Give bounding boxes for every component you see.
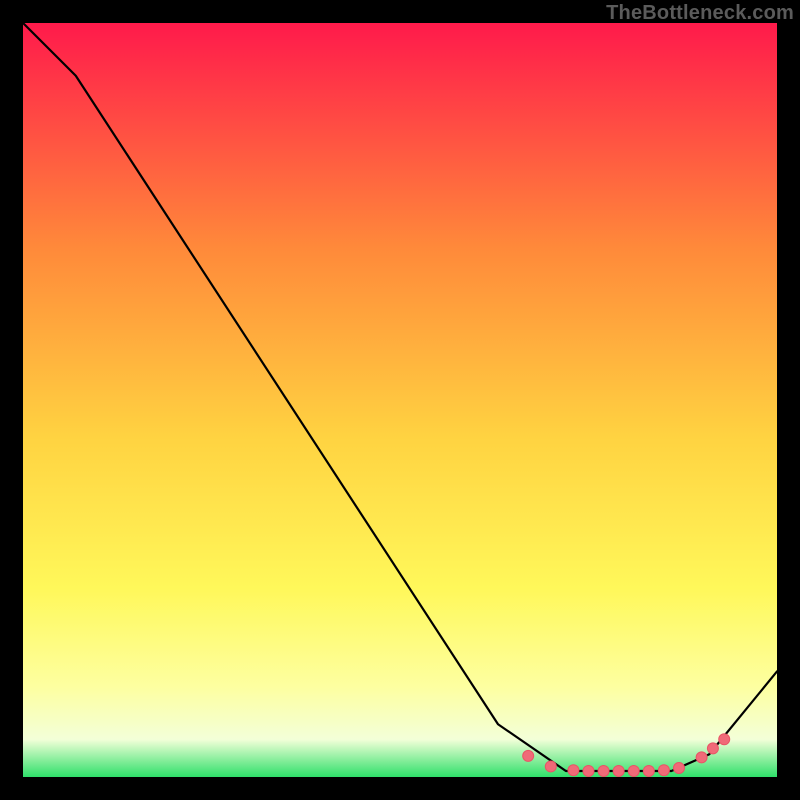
curve-marker bbox=[598, 765, 609, 776]
gradient-background bbox=[23, 23, 777, 777]
curve-marker bbox=[696, 752, 707, 763]
watermark-text: TheBottleneck.com bbox=[606, 2, 794, 25]
curve-marker bbox=[673, 762, 684, 773]
curve-marker bbox=[583, 765, 594, 776]
curve-marker bbox=[545, 761, 556, 772]
plot-area bbox=[23, 23, 777, 777]
curve-marker bbox=[658, 765, 669, 776]
curve-marker bbox=[707, 743, 718, 754]
curve-marker bbox=[523, 750, 534, 761]
curve-marker bbox=[568, 765, 579, 776]
chart-frame: TheBottleneck.com bbox=[0, 0, 800, 800]
curve-marker bbox=[643, 765, 654, 776]
curve-marker bbox=[613, 765, 624, 776]
chart-svg bbox=[23, 23, 777, 777]
curve-marker bbox=[628, 765, 639, 776]
curve-marker bbox=[719, 734, 730, 745]
